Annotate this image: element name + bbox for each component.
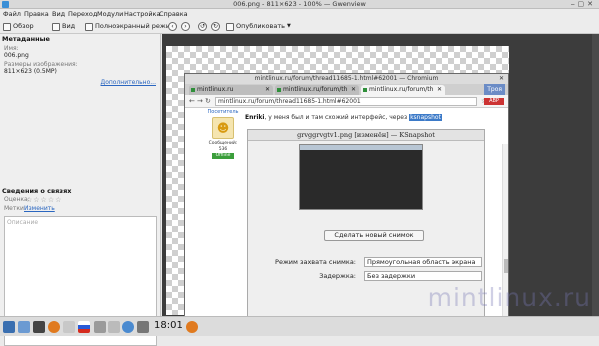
watermark: mintlinux.ru bbox=[427, 283, 591, 312]
chevron-down-icon: ▼ bbox=[286, 23, 291, 29]
highlighted-word: ksnapshot bbox=[409, 114, 442, 121]
tags-edit-link[interactable]: Изменить bbox=[24, 205, 55, 212]
browser-title: mintlinux.ru/forum/thread11685-1.html#62… bbox=[254, 75, 439, 82]
taskbar: 18:01 bbox=[0, 316, 599, 336]
new-snapshot-button[interactable]: Сделать новый снимок bbox=[324, 230, 424, 241]
messages-label: Сообщений: bbox=[208, 141, 238, 146]
favicon-icon bbox=[277, 88, 281, 92]
grid-icon bbox=[3, 22, 11, 31]
image-viewer[interactable]: mintlinux.ru/forum/thread11685-1.html#62… bbox=[162, 34, 599, 325]
menu-help[interactable]: Справка bbox=[159, 9, 188, 19]
fullscreen-icon bbox=[85, 22, 93, 31]
keyboard-layout-ru-icon[interactable] bbox=[78, 321, 90, 333]
browser-tabs: mintlinux.ru ✕ mintlinux.ru/forum/th ✕ min… bbox=[185, 84, 508, 95]
metadata-header: Метаданные bbox=[2, 35, 50, 43]
close-icon[interactable]: ✕ bbox=[437, 85, 442, 95]
back-icon[interactable]: ← bbox=[189, 95, 195, 108]
info-sidebar: Метаданные Имя: 006.png Размеры изображе… bbox=[0, 34, 161, 346]
capture-mode-select[interactable]: Прямоугольная область экрана bbox=[364, 257, 482, 267]
next-button[interactable]: › bbox=[181, 21, 190, 32]
arrow-left-icon: ‹ bbox=[168, 22, 177, 31]
arrow-right-icon: › bbox=[181, 22, 190, 31]
menu-go[interactable]: Переход bbox=[68, 9, 97, 19]
rotate-right-icon: ↻ bbox=[211, 22, 220, 31]
favicon-icon bbox=[191, 88, 195, 92]
volume-icon[interactable] bbox=[108, 321, 120, 333]
profile-tab[interactable]: Троя bbox=[484, 84, 505, 95]
browser-titlebar: mintlinux.ru/forum/thread11685-1.html#62… bbox=[185, 74, 508, 84]
post-author-panel: Посетитель ☻ Сообщений: 536 Offline bbox=[207, 109, 239, 169]
messages-count: 536 bbox=[218, 146, 228, 152]
firefox-icon[interactable] bbox=[48, 321, 60, 333]
close-icon[interactable]: ✕ bbox=[351, 85, 356, 95]
kde-menu-icon[interactable] bbox=[3, 321, 15, 333]
capture-mode-label: Режим захвата снимка: bbox=[275, 258, 356, 266]
rotate-left-icon: ↺ bbox=[198, 22, 207, 31]
firefox-task-icon[interactable] bbox=[186, 321, 198, 333]
menu-view[interactable]: Вид bbox=[52, 9, 65, 19]
close-icon[interactable]: ✕ bbox=[499, 74, 504, 84]
address-bar: ← → ↻ mintlinux.ru/forum/thread11685-1.h… bbox=[185, 95, 508, 108]
close-icon[interactable]: ✕ bbox=[265, 85, 270, 95]
image-icon bbox=[52, 22, 60, 31]
image-canvas: mintlinux.ru/forum/thread11685-1.html#62… bbox=[166, 46, 509, 325]
fullscreen-button[interactable]: Полноэкранный режим bbox=[85, 21, 175, 32]
rating-stars[interactable]: ☆☆☆☆☆ bbox=[26, 196, 62, 204]
window-title: 006.png - 811×623 - 100% — Gwenview bbox=[233, 0, 366, 8]
url-field[interactable]: mintlinux.ru/forum/thread11685-1.html#62… bbox=[215, 97, 477, 106]
more-link[interactable]: Дополнительно... bbox=[101, 79, 156, 86]
notifications-icon[interactable] bbox=[137, 321, 149, 333]
rotate-right-button[interactable]: ↻ bbox=[211, 21, 220, 32]
delay-spinbox[interactable]: Без задержки bbox=[364, 271, 482, 281]
menu-plugins[interactable]: Модули bbox=[97, 9, 123, 19]
clock[interactable]: 18:01 bbox=[154, 320, 183, 331]
pager-icon[interactable] bbox=[63, 321, 75, 333]
menu-file[interactable]: Файл bbox=[3, 9, 21, 19]
size-value: 811×623 (0.5MP) bbox=[4, 68, 57, 75]
menu-bar: Файл Правка Вид Переход Модули Настройка… bbox=[0, 9, 599, 19]
browser-tab[interactable]: mintlinux.ru ✕ bbox=[189, 85, 273, 95]
terminal-icon[interactable] bbox=[33, 321, 45, 333]
browse-button[interactable]: Обзор bbox=[3, 21, 34, 32]
view-button[interactable]: Вид bbox=[52, 21, 75, 32]
ksnapshot-title: grvggrvgtv1.png [изменён] — KSnapshot bbox=[248, 130, 484, 141]
favicon-icon bbox=[363, 88, 367, 92]
post-text: Enriki, у меня был и там схожий интерфей… bbox=[245, 114, 442, 121]
network-icon[interactable] bbox=[122, 321, 134, 333]
delay-row: Задержка: Без задержки bbox=[248, 270, 484, 282]
clipboard-icon[interactable] bbox=[94, 321, 106, 333]
menu-settings[interactable]: Настройка bbox=[124, 9, 160, 19]
size-label: Размеры изображения: bbox=[4, 61, 78, 68]
viewer-scrollbar[interactable] bbox=[592, 34, 599, 316]
tags-label: Метки: bbox=[4, 205, 26, 212]
delay-label: Задержка: bbox=[319, 272, 356, 280]
rotate-left-button[interactable]: ↺ bbox=[198, 21, 207, 32]
file-manager-icon[interactable] bbox=[18, 321, 30, 333]
user-role: Посетитель bbox=[207, 109, 239, 115]
browser-tab[interactable]: mintlinux.ru/forum/th ✕ bbox=[275, 85, 359, 95]
forward-icon[interactable]: → bbox=[197, 95, 203, 108]
links-header: Сведения о связях bbox=[2, 187, 72, 195]
avatar: ☻ bbox=[212, 117, 234, 139]
capture-mode-row: Режим захвата снимка: Прямоугольная обла… bbox=[248, 256, 484, 268]
previous-button[interactable]: ‹ bbox=[168, 21, 177, 32]
name-value: 006.png bbox=[4, 52, 29, 59]
share-icon bbox=[226, 22, 234, 31]
extension-icon[interactable]: ABP bbox=[484, 98, 504, 105]
main-toolbar: Обзор Вид Полноэкранный режим ‹ › ↺ ↻ Оп… bbox=[0, 19, 599, 34]
share-button[interactable]: Опубликовать ▼ bbox=[226, 21, 291, 32]
browser-tab-active[interactable]: mintlinux.ru/forum/th ✕ bbox=[361, 85, 445, 95]
reload-icon[interactable]: ↻ bbox=[205, 95, 211, 108]
window-titlebar: 006.png - 811×623 - 100% — Gwenview ⎯▢✕ bbox=[0, 0, 599, 9]
status-badge: Offline bbox=[212, 153, 234, 159]
snapshot-preview[interactable] bbox=[299, 144, 423, 210]
name-label: Имя: bbox=[4, 45, 19, 52]
menu-edit[interactable]: Правка bbox=[24, 9, 49, 19]
window-controls[interactable]: ⎯▢✕ bbox=[571, 0, 596, 9]
post-author-name[interactable]: Enriki bbox=[245, 114, 264, 121]
